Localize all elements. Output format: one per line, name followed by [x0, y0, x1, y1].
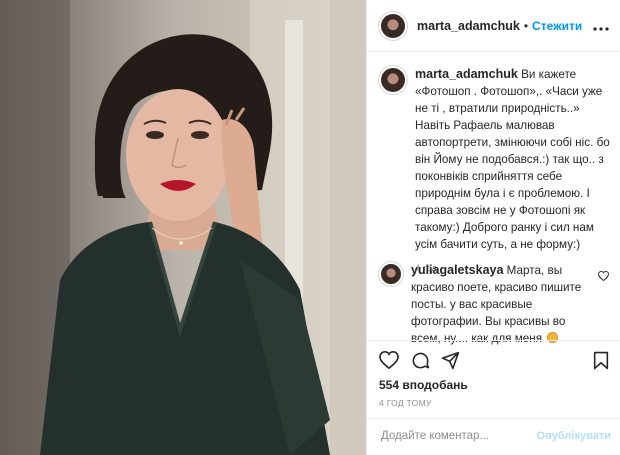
- avatar[interactable]: [379, 11, 407, 40]
- caption-text: Ви кажете «Фотошоп . Фотошоп»,. «Часи уж…: [415, 68, 610, 251]
- separator-dot: •: [523, 18, 529, 33]
- share-icon[interactable]: [441, 351, 460, 375]
- post-photo[interactable]: [0, 0, 366, 455]
- post-header: marta_adamchuk • Стежити: [367, 0, 620, 52]
- more-options-icon[interactable]: [593, 18, 609, 34]
- post-actions-bar: [367, 340, 620, 380]
- post-caption: marta_adamchuk Ви кажете «Фотошоп . Фото…: [379, 66, 611, 274]
- comment-input[interactable]: [379, 429, 543, 443]
- avatar[interactable]: [379, 262, 403, 286]
- heart-icon[interactable]: [379, 350, 399, 374]
- post-photo-illustration: [0, 0, 366, 455]
- publish-comment-button[interactable]: Опублікувати: [537, 430, 611, 442]
- comment-text-block: yuliagaletskaya Марта, вы красиво поете,…: [411, 262, 591, 347]
- avatar[interactable]: [379, 66, 407, 94]
- follow-button[interactable]: Стежити: [532, 19, 582, 33]
- comment-item: yuliagaletskaya Марта, вы красиво поете,…: [379, 262, 611, 347]
- comment-icon[interactable]: [411, 351, 430, 375]
- bookmark-icon[interactable]: [593, 351, 609, 375]
- author-username-link[interactable]: marta_adamchuk: [417, 19, 520, 33]
- comment-like-icon[interactable]: [598, 268, 609, 286]
- caption-username-link[interactable]: marta_adamchuk: [415, 67, 518, 81]
- comment-username-link[interactable]: yuliagaletskaya: [411, 263, 503, 277]
- post-age[interactable]: 4 ГОД ТОМУ: [379, 398, 432, 408]
- caption-text-block: marta_adamchuk Ви кажете «Фотошоп . Фото…: [415, 66, 611, 253]
- likes-count[interactable]: 554 вподобань: [379, 378, 468, 392]
- add-comment-bar: Опублікувати: [367, 418, 620, 455]
- post-details-panel: marta_adamchuk • Стежити marta_adamchuk …: [366, 0, 620, 455]
- instagram-post-window: marta_adamchuk • Стежити marta_adamchuk …: [0, 0, 620, 455]
